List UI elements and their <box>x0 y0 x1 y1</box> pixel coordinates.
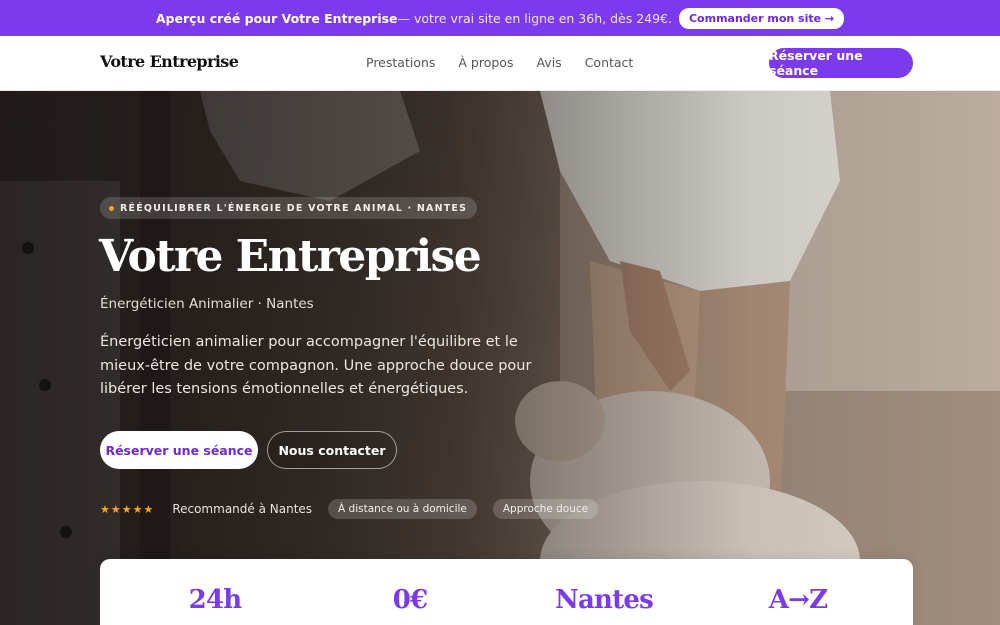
nav-links: Prestations À propos Avis Contact <box>366 55 633 70</box>
contact-us-button[interactable]: Nous contacter <box>267 431 397 469</box>
promo-banner: Aperçu créé pour Votre Entreprise — votr… <box>0 0 1000 36</box>
stat-coverage: A→Z <box>768 585 828 615</box>
nav-link-prestations[interactable]: Prestations <box>366 55 435 70</box>
book-session-nav-button[interactable]: Réserver une séance <box>769 48 913 78</box>
order-site-button[interactable]: Commander mon site → <box>678 7 845 29</box>
stat-location: Nantes <box>555 585 654 615</box>
top-navigation: Votre Entreprise Prestations À propos Av… <box>0 36 1000 91</box>
tagline-dot-icon <box>109 205 114 211</box>
hero-section: RÉÉQUILIBRER L'ÉNERGIE DE VOTRE ANIMAL ·… <box>0 91 1000 625</box>
stat-turnaround: 24h <box>188 585 242 615</box>
social-proof: ★★★★★ Recommandé à Nantes À distance ou … <box>100 499 599 519</box>
stats-card: 24h 0€ Nantes A→Z <box>100 559 913 625</box>
rating-text: Recommandé à Nantes <box>172 502 313 516</box>
tagline-text: RÉÉQUILIBRER L'ÉNERGIE DE VOTRE ANIMAL ·… <box>120 202 468 214</box>
pill-remote-or-home: À distance ou à domicile <box>328 499 477 519</box>
stat-price: 0€ <box>392 585 428 615</box>
brand-logo[interactable]: Votre Entreprise <box>100 52 239 71</box>
nav-link-contact[interactable]: Contact <box>585 55 634 70</box>
nav-link-a-propos[interactable]: À propos <box>458 55 513 70</box>
promo-text: — votre vrai site en ligne en 36h, dès 2… <box>397 10 672 26</box>
hero-title: Votre Entreprise <box>99 231 482 282</box>
nav-link-avis[interactable]: Avis <box>536 55 561 70</box>
rating-stars-icon: ★★★★★ <box>100 502 155 516</box>
book-session-button[interactable]: Réserver une séance <box>100 431 258 469</box>
promo-highlight: Aperçu créé pour Votre Entreprise <box>155 10 398 26</box>
hero-description: Énergéticien animalier pour accompagner … <box>100 334 532 397</box>
pill-gentle-approach: Approche douce <box>492 499 599 519</box>
hero-subtitle: Énergéticien Animalier · Nantes <box>100 296 314 312</box>
hero-tagline: RÉÉQUILIBRER L'ÉNERGIE DE VOTRE ANIMAL ·… <box>100 197 478 219</box>
